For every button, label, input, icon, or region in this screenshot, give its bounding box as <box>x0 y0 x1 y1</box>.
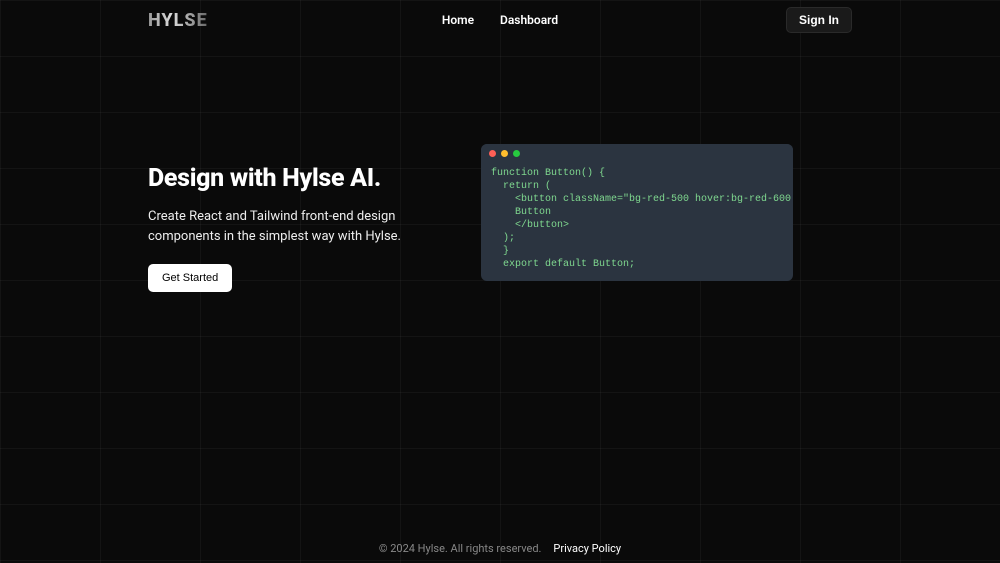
code-line: ); <box>491 233 515 244</box>
hero-title: Design with Hylse AI. <box>148 164 468 193</box>
code-line: <button className="bg-red-500 hover:bg-r… <box>491 194 793 205</box>
hero-subtitle: Create React and Tailwind front-end desi… <box>148 207 458 246</box>
navbar: HYLSE Home Dashboard Sign In <box>0 0 1000 40</box>
signin-button[interactable]: Sign In <box>786 7 852 33</box>
hero-copy: Design with Hylse AI. Create React and T… <box>148 164 468 292</box>
nav-home[interactable]: Home <box>442 13 474 27</box>
nav-links: Home Dashboard <box>442 13 558 27</box>
code-window: function Button() { return ( <button cla… <box>481 144 793 281</box>
nav-dashboard[interactable]: Dashboard <box>500 13 558 27</box>
code-line: Button <box>491 207 551 218</box>
footer: © 2024 Hylse. All rights reserved. Priva… <box>0 542 1000 555</box>
maximize-dot-icon <box>513 150 520 157</box>
code-line: return ( <box>491 181 551 192</box>
code-body: function Button() { return ( <button cla… <box>481 163 793 281</box>
code-line: export default Button; <box>491 259 635 270</box>
code-line: </button> <box>491 220 569 231</box>
code-line: } <box>491 246 509 257</box>
logo[interactable]: HYLSE <box>148 10 208 31</box>
close-dot-icon <box>489 150 496 157</box>
minimize-dot-icon <box>501 150 508 157</box>
code-line: function Button() { <box>491 168 605 179</box>
get-started-button[interactable]: Get Started <box>148 264 232 292</box>
copyright-text: © 2024 Hylse. All rights reserved. <box>379 542 542 555</box>
privacy-link[interactable]: Privacy Policy <box>553 542 621 555</box>
window-controls <box>481 144 793 163</box>
